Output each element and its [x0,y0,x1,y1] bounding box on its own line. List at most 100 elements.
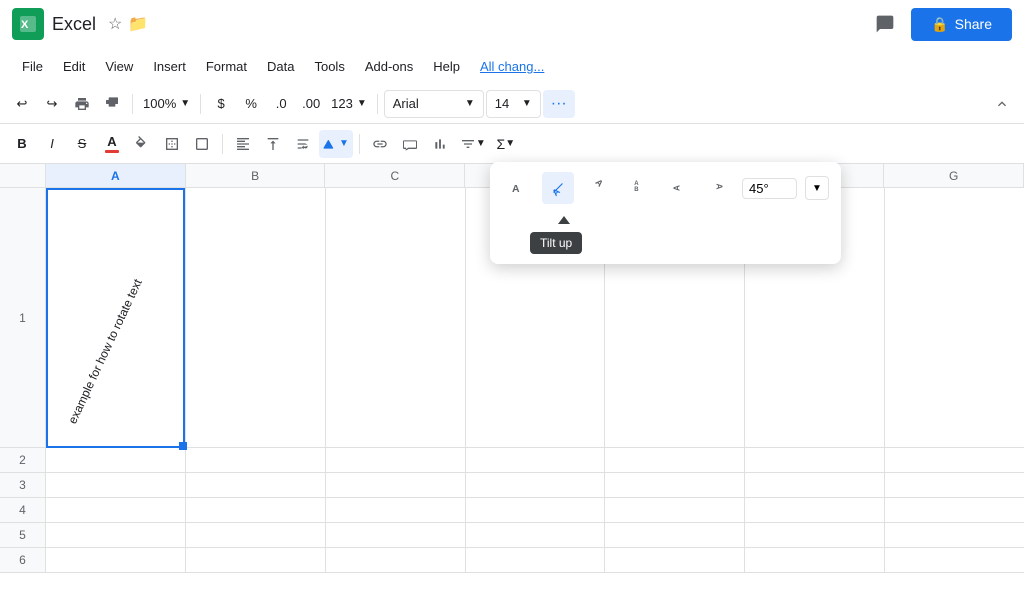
text-rotation-button[interactable]: ▼ [319,130,353,158]
cell-b4[interactable] [186,498,325,523]
cell-b2[interactable] [186,448,325,473]
cell-a2[interactable] [46,448,185,473]
cell-d3[interactable] [466,473,605,498]
cell-a6[interactable] [46,548,185,573]
folder-icon[interactable]: 📁 [128,14,148,34]
cell-e4[interactable] [605,498,744,523]
text-wrap-button[interactable] [289,130,317,158]
format-num-button[interactable]: 123 ▼ [327,90,371,118]
rotate-tilt-down-button[interactable]: A [582,172,614,204]
insert-link-button[interactable] [366,130,394,158]
cell-d5[interactable] [466,523,605,548]
collapse-toolbar-button[interactable] [988,90,1016,118]
cell-d4[interactable] [466,498,605,523]
undo-button[interactable]: ↩ [8,90,36,118]
menu-view[interactable]: View [95,55,143,78]
cell-f5[interactable] [745,523,884,548]
print-button[interactable] [68,90,96,118]
cell-g5[interactable] [885,523,1024,548]
cell-a4[interactable] [46,498,185,523]
selection-handle[interactable] [179,442,187,450]
bold-button[interactable]: B [8,130,36,158]
insert-comment-button[interactable] [396,130,424,158]
rotate-tilt-up-button[interactable]: A [542,172,574,204]
decimal-less-button[interactable]: .0 [267,90,295,118]
cell-a3[interactable] [46,473,185,498]
redo-button[interactable]: ↪ [38,90,66,118]
menu-edit[interactable]: Edit [53,55,95,78]
cell-d2[interactable] [466,448,605,473]
cell-c1[interactable] [326,188,465,448]
cell-f6[interactable] [745,548,884,573]
row-header-2[interactable]: 2 [0,448,46,473]
cell-b5[interactable] [186,523,325,548]
vertical-align-button[interactable] [259,130,287,158]
row-header-3[interactable]: 3 [0,473,46,498]
cell-e5[interactable] [605,523,744,548]
star-icon[interactable]: ☆ [108,14,122,34]
rotate-none-button[interactable]: A [502,172,534,204]
angle-input[interactable] [742,178,797,199]
borders-button[interactable] [158,130,186,158]
cell-a5[interactable] [46,523,185,548]
angle-arrow-button[interactable]: ▼ [805,176,829,200]
menu-tools[interactable]: Tools [304,55,354,78]
cell-f3[interactable] [745,473,884,498]
horizontal-align-button[interactable] [229,130,257,158]
cell-g1[interactable] [885,188,1024,448]
menu-allchanges[interactable]: All chang... [470,55,554,78]
cell-d6[interactable] [466,548,605,573]
share-button[interactable]: 🔒 Share [911,8,1012,41]
cell-c4[interactable] [326,498,465,523]
cell-b3[interactable] [186,473,325,498]
font-select[interactable]: Arial ▼ [384,90,484,118]
decimal-more-button[interactable]: .00 [297,90,325,118]
filter-button[interactable]: ▼ [456,130,490,158]
col-header-b[interactable]: B [186,164,326,187]
cell-b6[interactable] [186,548,325,573]
col-header-g[interactable]: G [884,164,1024,187]
merge-cells-button[interactable] [188,130,216,158]
row-header-6[interactable]: 6 [0,548,46,573]
currency-button[interactable]: $ [207,90,235,118]
cell-c6[interactable] [326,548,465,573]
zoom-select[interactable]: 100% ▼ [139,90,194,118]
row-header-5[interactable]: 5 [0,523,46,548]
cell-g3[interactable] [885,473,1024,498]
italic-button[interactable]: I [38,130,66,158]
menu-help[interactable]: Help [423,55,470,78]
sum-button[interactable]: Σ ▼ [492,130,520,158]
cell-b1[interactable] [186,188,325,448]
font-size-select[interactable]: 14 ▼ [486,90,541,118]
cell-g4[interactable] [885,498,1024,523]
menu-format[interactable]: Format [196,55,257,78]
cell-f4[interactable] [745,498,884,523]
menu-insert[interactable]: Insert [143,55,196,78]
fill-color-button[interactable] [128,130,156,158]
rotate-stack-button[interactable]: A B [622,172,654,204]
paint-format-button[interactable] [98,90,126,118]
cell-c3[interactable] [326,473,465,498]
menu-file[interactable]: File [12,55,53,78]
more-formats-button[interactable]: ··· [543,90,575,118]
cell-e2[interactable] [605,448,744,473]
cell-a1[interactable]: example for how to rotate text [46,188,185,448]
strikethrough-button[interactable]: S [68,130,96,158]
cell-c2[interactable] [326,448,465,473]
menu-data[interactable]: Data [257,55,304,78]
cell-g2[interactable] [885,448,1024,473]
cell-e3[interactable] [605,473,744,498]
rotate-up-button[interactable]: A [662,172,694,204]
cell-f2[interactable] [745,448,884,473]
menu-addons[interactable]: Add-ons [355,55,423,78]
insert-chart-button[interactable] [426,130,454,158]
col-header-c[interactable]: C [325,164,465,187]
row-header-1[interactable]: 1 [0,188,46,448]
rotate-down-button[interactable]: A [702,172,734,204]
percent-button[interactable]: % [237,90,265,118]
row-header-4[interactable]: 4 [0,498,46,523]
cell-c5[interactable] [326,523,465,548]
col-header-a[interactable]: A [46,164,186,187]
cell-e6[interactable] [605,548,744,573]
cell-g6[interactable] [885,548,1024,573]
